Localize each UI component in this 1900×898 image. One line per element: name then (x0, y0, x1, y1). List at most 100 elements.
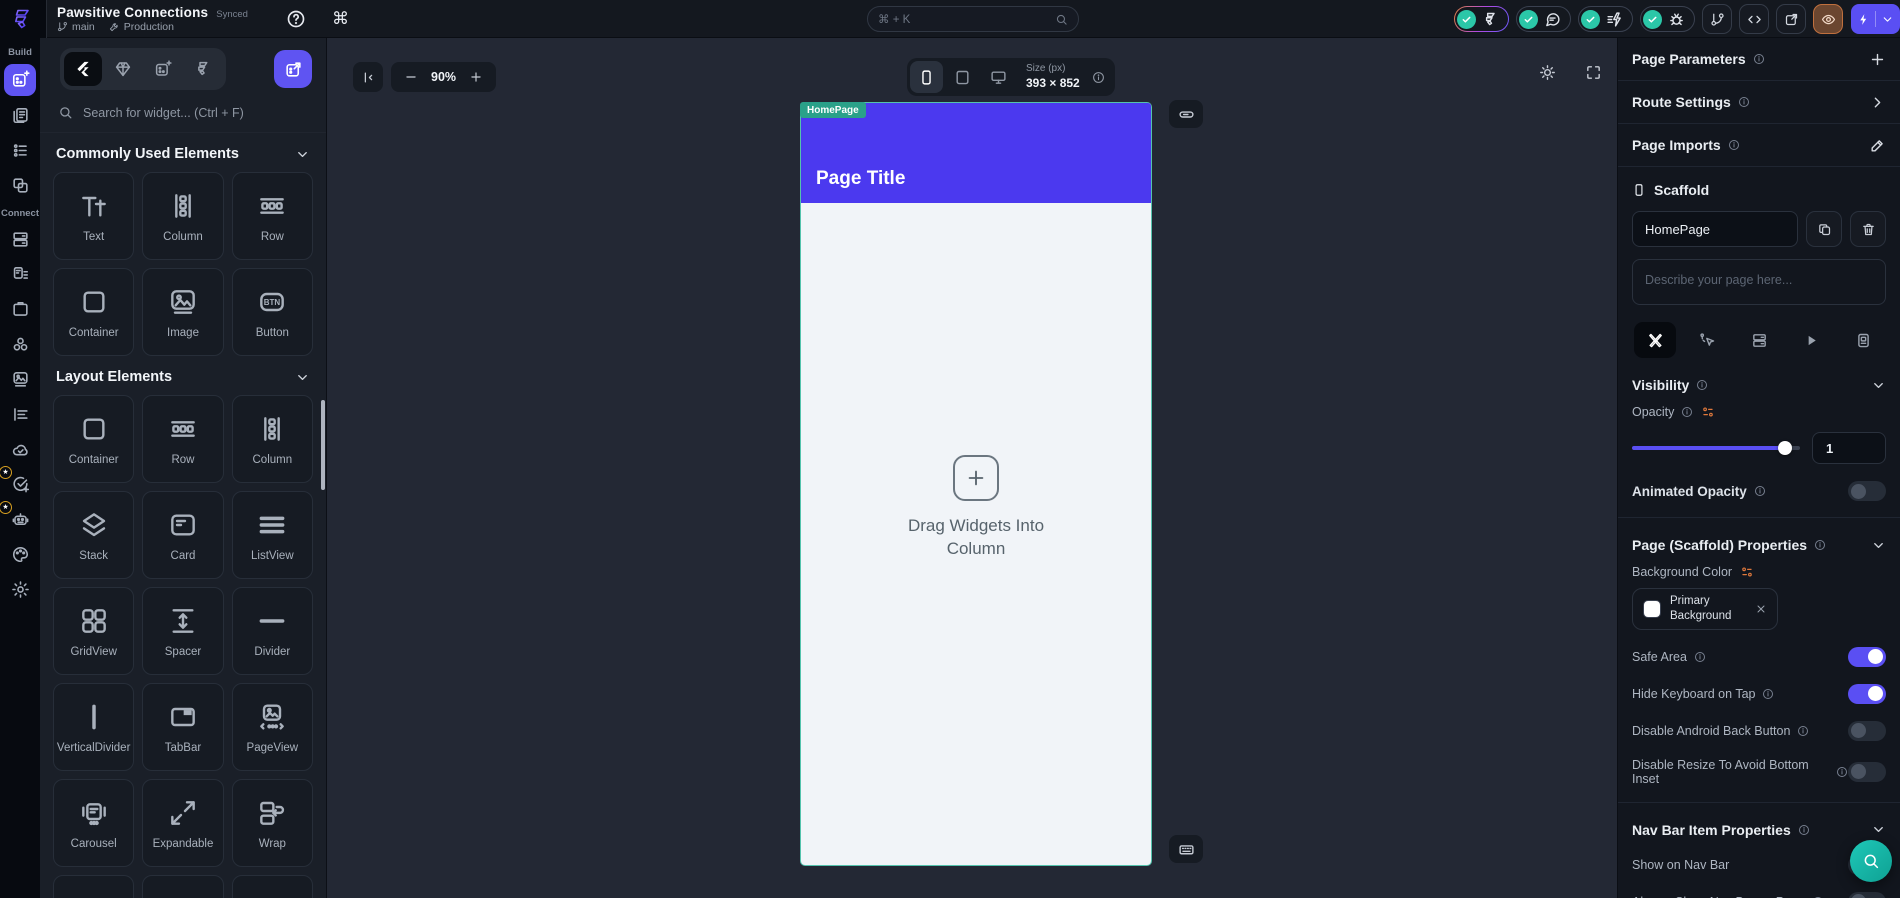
widget-tile-divider[interactable]: Divider (231, 587, 313, 675)
widget-tile-tabbar[interactable]: TabBar (142, 683, 224, 771)
widget-tile-row[interactable]: Row (142, 395, 224, 483)
page-description-input[interactable] (1632, 259, 1886, 305)
widget-section-header-layout-elements[interactable]: Layout Elements (40, 356, 326, 395)
sidebar-item-widget-palette[interactable] (4, 63, 36, 96)
sidebar-item-custom-files[interactable] (5, 295, 35, 325)
search-assistant-fab[interactable] (1850, 840, 1892, 882)
page-parameters-row[interactable]: Page Parameters (1618, 38, 1900, 81)
developer-menu-button[interactable] (1739, 4, 1769, 34)
sidebar-item-automated-tests[interactable]: ★ (0, 465, 35, 500)
run-button[interactable] (1851, 4, 1900, 34)
visibility-section-header[interactable]: Visibility (1632, 377, 1886, 393)
set-from-variable-icon[interactable] (1740, 565, 1754, 579)
slider-thumb[interactable] (1777, 441, 1792, 455)
widget-section-header-commonly-used-elements[interactable]: Commonly Used Elements (40, 133, 326, 172)
route-settings-row[interactable]: Route Settings (1618, 81, 1900, 124)
widget-tile-image[interactable]: Image (142, 268, 224, 356)
widget-tile-row[interactable]: Row (231, 172, 313, 260)
help-icon[interactable] (286, 9, 306, 29)
panel-scrollbar[interactable] (321, 400, 325, 490)
zoom-in-icon[interactable] (469, 70, 483, 84)
inspector-tab-documentation[interactable] (1842, 322, 1884, 358)
global-search-input[interactable]: ⌘ + K (867, 6, 1079, 32)
toggle-status-bar-button[interactable] (1169, 100, 1203, 128)
app-logo[interactable] (0, 0, 47, 38)
widget-tile-card[interactable]: Card (142, 491, 224, 579)
environment-name[interactable]: Production (124, 21, 174, 33)
device-preview[interactable]: HomePage Page Title Drag Widgets Into Co… (800, 102, 1152, 866)
add-parameter-button[interactable] (1869, 51, 1886, 68)
sidebar-item-database[interactable] (5, 225, 35, 255)
toggle-always-show-nav-bar-on-page[interactable] (1848, 891, 1886, 898)
animated-opacity-toggle[interactable] (1848, 481, 1886, 501)
widget-tile-verticaldivider[interactable]: VerticalDivider (53, 683, 135, 771)
preview-button[interactable] (1813, 4, 1843, 34)
widget-tile-column[interactable]: Column (231, 395, 313, 483)
widget-tile-gridview[interactable]: GridView (53, 587, 135, 675)
sidebar-item-api-calls[interactable] (5, 260, 35, 290)
sidebar-item-app-details[interactable] (5, 400, 35, 430)
inspector-tab-actions[interactable] (1686, 322, 1728, 358)
background-color-chip[interactable]: Primary Background (1632, 588, 1778, 630)
widget-tile-container[interactable]: Container (53, 395, 135, 483)
copy-page-button[interactable] (1806, 211, 1842, 247)
widget-tile-pageview[interactable]: PageView (231, 683, 313, 771)
sidebar-item-components[interactable] (5, 171, 35, 201)
sidebar-item-settings[interactable] (5, 575, 35, 605)
widget-tile-spacer[interactable]: Spacer (142, 587, 224, 675)
toggle-keyboard-button[interactable] (1169, 835, 1203, 863)
branch-name[interactable]: main (72, 21, 95, 33)
widget-tile-expandable[interactable]: Expandable (142, 779, 224, 867)
add-widget-dropzone[interactable] (953, 455, 999, 502)
widget-panel-tab-widgets[interactable] (64, 52, 102, 86)
collapse-panel-button[interactable] (353, 62, 383, 92)
page-name-badge[interactable]: HomePage (800, 102, 866, 118)
sidebar-item-ai-agents[interactable]: ★ (0, 500, 35, 535)
sidebar-item-theme-settings[interactable] (5, 540, 35, 570)
sidebar-item-app-values[interactable] (5, 136, 35, 166)
widget-tile-button[interactable]: BTN Button (231, 268, 313, 356)
sidebar-item-media-assets[interactable] (5, 365, 35, 395)
widget-tile-column[interactable]: Column (142, 172, 224, 260)
sidebar-item-page-selector[interactable] (5, 101, 35, 131)
preview-page-body[interactable]: Drag Widgets Into Column (801, 177, 1151, 839)
status-pill-flutterflow-status[interactable] (1454, 6, 1509, 32)
fit-to-screen-button[interactable] (1585, 64, 1602, 86)
widget-panel-tab-premium[interactable] (104, 52, 142, 86)
branching-button[interactable] (1702, 4, 1732, 34)
color-swatch[interactable] (1643, 599, 1661, 618)
sidebar-item-integrations[interactable] (5, 330, 35, 360)
inspector-tab-animations[interactable] (1790, 322, 1832, 358)
clear-color-icon[interactable] (1755, 603, 1767, 615)
page-imports-row[interactable]: Page Imports (1618, 124, 1900, 167)
widget-tile-listview[interactable]: ListView (231, 491, 313, 579)
inspector-tab-properties[interactable] (1634, 322, 1676, 358)
theme-mode-button[interactable] (1539, 64, 1556, 86)
device-phone-button[interactable] (910, 61, 943, 93)
widget-tile-partial[interactable] (53, 875, 135, 898)
opacity-value-input[interactable]: 1 (1812, 432, 1886, 464)
status-pill-actions-status[interactable] (1578, 6, 1633, 32)
widget-tile-wrap[interactable]: Wrap (231, 779, 313, 867)
zoom-out-icon[interactable] (404, 70, 418, 84)
share-button[interactable] (1776, 4, 1806, 34)
widget-tile-partial[interactable] (142, 875, 224, 898)
scaffold-properties-header[interactable]: Page (Scaffold) Properties (1632, 537, 1886, 553)
status-pill-comments-status[interactable] (1516, 6, 1571, 32)
toggle-safe-area[interactable] (1848, 646, 1886, 667)
widget-panel-tab-flutterflow-library[interactable] (184, 52, 222, 86)
device-tablet-button[interactable] (946, 61, 979, 93)
opacity-slider[interactable] (1632, 441, 1800, 455)
widget-tile-partial[interactable] (231, 875, 313, 898)
toggle-disable-resize-to-avoid-bottom-inset[interactable] (1848, 761, 1886, 782)
delete-page-button[interactable] (1850, 211, 1886, 247)
set-from-variable-icon[interactable] (1701, 405, 1715, 419)
toggle-hide-keyboard-on-tap[interactable] (1848, 683, 1886, 704)
widget-tile-text[interactable]: Text (53, 172, 135, 260)
command-menu-icon[interactable]: ⌘ (332, 10, 349, 27)
navbar-properties-header[interactable]: Nav Bar Item Properties (1632, 822, 1886, 838)
popout-widget-panel-button[interactable] (274, 50, 312, 88)
inspector-tab-backend-query[interactable] (1738, 322, 1780, 358)
widget-tile-container[interactable]: Container (53, 268, 135, 356)
widget-panel-tab-custom-components[interactable] (144, 52, 182, 86)
